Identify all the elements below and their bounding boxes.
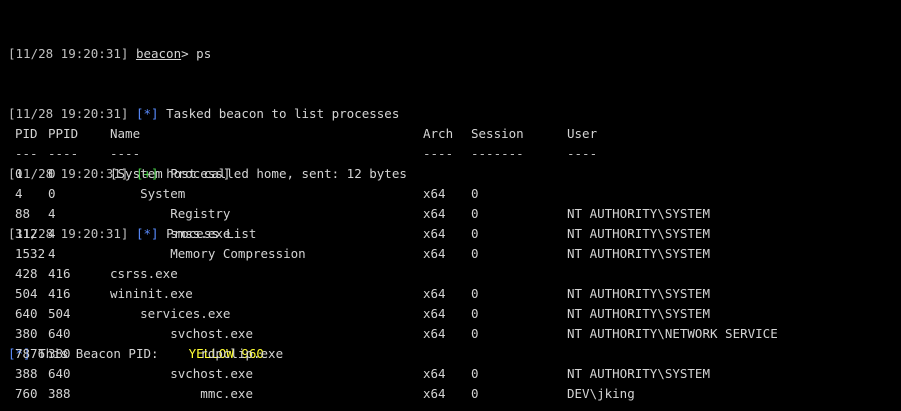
table-separator-row: --- ---- ---- ---- ------- ---- (15, 144, 597, 164)
cell-ppid: 504 (48, 306, 71, 321)
cell-user: DEV\jking (567, 386, 635, 401)
table-row: 388 640 svchost.exe x64 0 NT AUTHORITY\SYSTE… (15, 364, 710, 384)
cell-arch: x64 (423, 246, 446, 261)
cell-name: services.exe (110, 306, 231, 321)
beacon-prompt-link[interactable]: beacon (136, 46, 181, 61)
cell-pid: 312 (15, 226, 38, 241)
cell-name: System (110, 186, 186, 201)
cell-ppid: 0 (48, 166, 56, 181)
typed-command: ps (196, 46, 212, 61)
cell-pid: 0 (15, 166, 23, 181)
cell-user: NT AUTHORITY\NETWORK SERVICE (567, 326, 778, 341)
cell-ppid: 416 (48, 266, 71, 281)
cell-ppid: 380 (48, 346, 71, 361)
prompt-suffix: > (181, 46, 197, 61)
cell-ppid: 4 (48, 226, 56, 241)
console-message: [11/28 19:20:31] [*] Tasked beacon to li… (8, 104, 407, 124)
table-row: 380 640 svchost.exe x64 0 NT AUTHORITY\NETWO… (15, 324, 778, 344)
separator-session: ------- (471, 146, 524, 161)
cell-session: 0 (471, 246, 479, 261)
separator-user: ---- (567, 146, 598, 161)
cell-name: rdpclip.exe (110, 346, 284, 361)
cell-arch: x64 (423, 286, 446, 301)
cell-name: mmc.exe (110, 386, 253, 401)
header-arch: Arch (423, 126, 454, 141)
table-row: 0 0 [System Process] (15, 164, 230, 184)
header-session: Session (471, 126, 524, 141)
separator-name: ---- (110, 146, 141, 161)
cell-user: NT AUTHORITY\SYSTEM (567, 366, 710, 381)
process-table: PID PPID Name Arch Session User --- ----… (15, 124, 778, 404)
table-row: 640 504 services.exe x64 0 NT AUTHORITY\SYST… (15, 304, 710, 324)
cell-arch: x64 (423, 206, 446, 221)
separator-ppid: ---- (48, 146, 79, 161)
cell-arch: x64 (423, 326, 446, 341)
table-row: 504 416 wininit.exe x64 0 NT AUTHORITY\SYSTEM (15, 284, 710, 304)
cell-session: 0 (471, 306, 479, 321)
cell-session: 0 (471, 286, 479, 301)
cell-user: NT AUTHORITY\SYSTEM (567, 206, 710, 221)
table-row: 760 388 mmc.exe x64 0 DEV\jking (15, 384, 635, 404)
table-row: 7876 380 rdpclip.exe (15, 344, 283, 364)
cell-name: smss.exe (110, 226, 231, 241)
cell-arch: x64 (423, 186, 446, 201)
cell-ppid: 640 (48, 326, 71, 341)
info-marker: [*] (135, 106, 159, 121)
cell-name: svchost.exe (110, 366, 253, 381)
cell-arch: x64 (423, 226, 446, 241)
table-row: 312 4 smss.exe x64 0 NT AUTHORITY\SYSTEM (15, 224, 710, 244)
cell-ppid: 4 (48, 246, 56, 261)
cell-user: NT AUTHORITY\SYSTEM (567, 246, 710, 261)
cell-pid: 504 (15, 286, 38, 301)
cell-arch: x64 (423, 306, 446, 321)
cell-arch: x64 (423, 386, 446, 401)
cell-session: 0 (471, 386, 479, 401)
table-row: 4 0 System x64 0 (15, 184, 479, 204)
cell-ppid: 4 (48, 206, 56, 221)
cell-name: svchost.exe (110, 326, 253, 341)
timestamp: [11/28 19:20:31] (8, 106, 129, 121)
cell-user: NT AUTHORITY\SYSTEM (567, 226, 710, 241)
table-row: 88 4 Registry x64 0 NT AUTHORITY\SYSTEM (15, 204, 710, 224)
command-line: [11/28 19:20:31] beacon> ps (8, 44, 407, 64)
message-text: Tasked beacon to list processes (166, 106, 400, 121)
separator-arch: ---- (423, 146, 454, 161)
timestamp: [11/28 19:20:31] (8, 46, 129, 61)
cell-session: 0 (471, 326, 479, 341)
cell-pid: 7876 (15, 346, 46, 361)
cell-user: NT AUTHORITY\SYSTEM (567, 306, 710, 321)
cell-name: wininit.exe (110, 286, 193, 301)
cell-ppid: 416 (48, 286, 71, 301)
cell-pid: 388 (15, 366, 38, 381)
cell-pid: 1532 (15, 246, 46, 261)
table-header-row: PID PPID Name Arch Session User (15, 124, 597, 144)
header-user: User (567, 126, 598, 141)
header-ppid: PPID (48, 126, 79, 141)
header-pid: PID (15, 126, 38, 141)
cell-ppid: 640 (48, 366, 71, 381)
cell-pid: 380 (15, 326, 38, 341)
cell-pid: 640 (15, 306, 38, 321)
cell-pid: 4 (15, 186, 23, 201)
cell-pid: 760 (15, 386, 38, 401)
cell-ppid: 388 (48, 386, 71, 401)
cell-session: 0 (471, 226, 479, 241)
cell-pid: 428 (15, 266, 38, 281)
table-row: 428 416 csrss.exe (15, 264, 178, 284)
cell-session: 0 (471, 206, 479, 221)
cell-pid: 88 (15, 206, 31, 221)
cell-name: [System Process] (110, 166, 231, 181)
separator-pid: --- (15, 146, 38, 161)
cell-name: Registry (110, 206, 231, 221)
cell-arch: x64 (423, 366, 446, 381)
cell-name: Memory Compression (110, 246, 306, 261)
header-name: Name (110, 126, 141, 141)
cell-session: 0 (471, 186, 479, 201)
table-row: 1532 4 Memory Compression x64 0 NT AUTHORITY… (15, 244, 710, 264)
cell-session: 0 (471, 366, 479, 381)
cell-user: NT AUTHORITY\SYSTEM (567, 286, 710, 301)
cell-ppid: 0 (48, 186, 56, 201)
cell-name: csrss.exe (110, 266, 178, 281)
